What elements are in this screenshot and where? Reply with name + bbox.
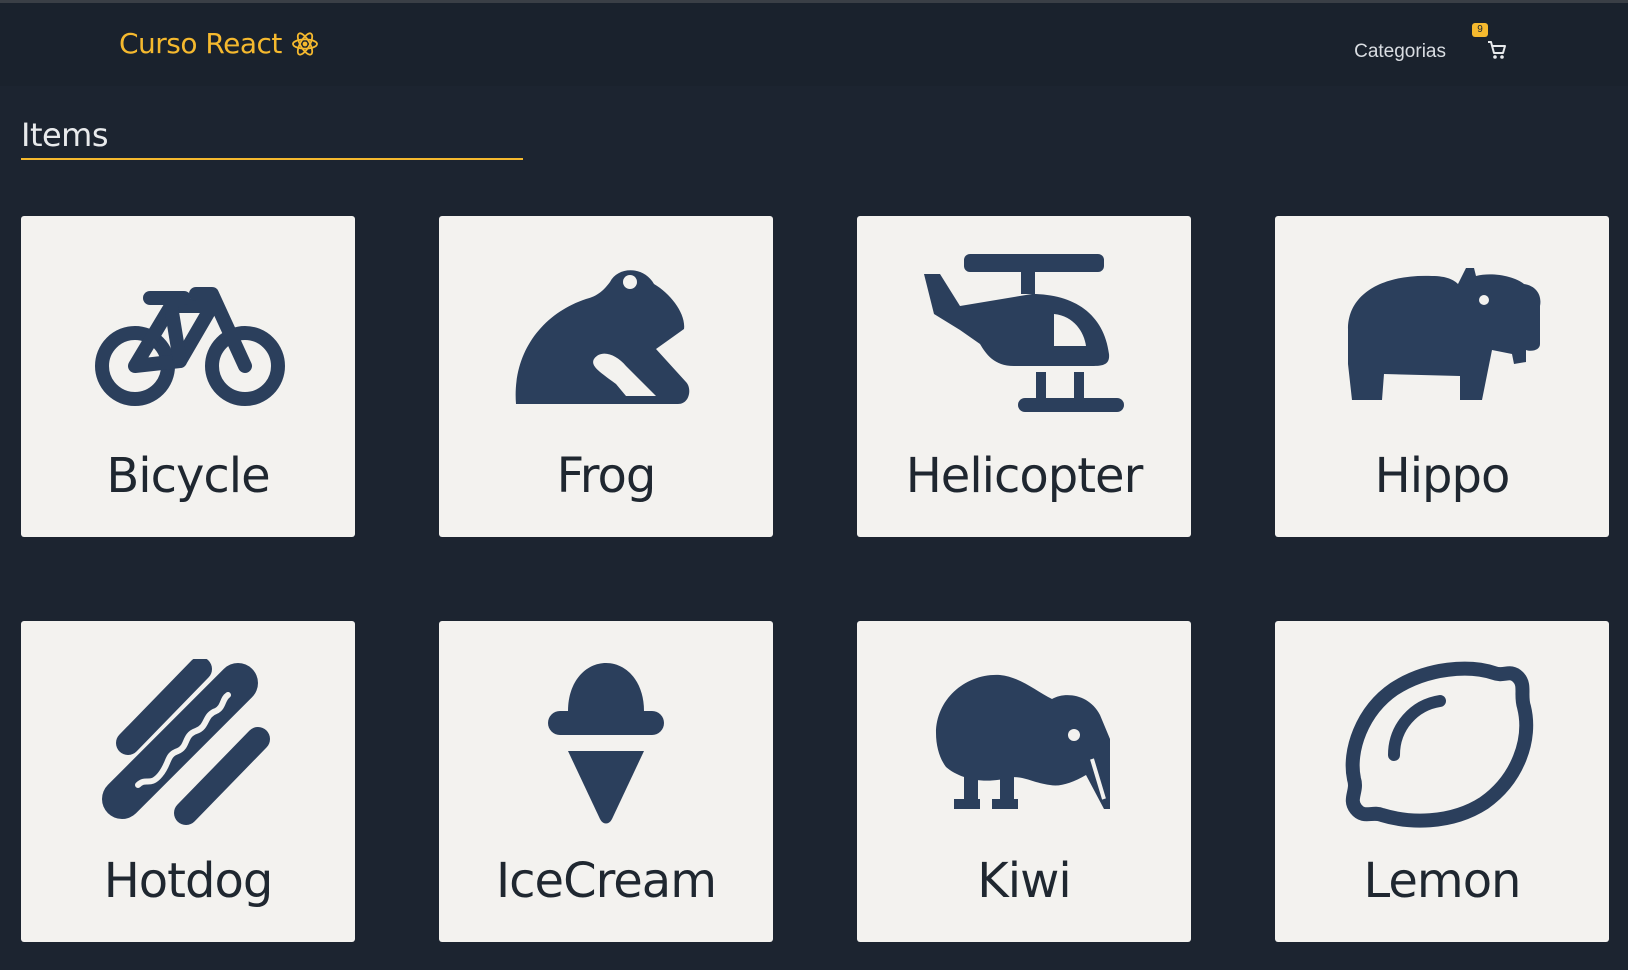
item-label: IceCream — [496, 853, 717, 909]
item-label: Helicopter — [905, 448, 1144, 504]
brand-title: Curso React — [119, 27, 282, 60]
nav-right: Categorias 9 — [1354, 23, 1510, 67]
item-label: Hotdog — [103, 853, 274, 909]
item-card-bicycle[interactable]: Bicycle — [21, 216, 355, 537]
items-grid: Bicycle Frog Helicopter Hippo Hotdog Ice… — [21, 216, 1609, 942]
item-card-hippo[interactable]: Hippo — [1275, 216, 1609, 537]
item-card-icecream[interactable]: IceCream — [439, 621, 773, 942]
kiwi-bird-icon — [936, 674, 1110, 809]
item-card-helicopter[interactable]: Helicopter — [857, 216, 1191, 537]
lemon-icon — [1345, 661, 1534, 828]
ice-cream-icon — [548, 663, 664, 824]
cart-count-badge: 9 — [1472, 23, 1488, 37]
item-card-frog[interactable]: Frog — [439, 216, 773, 537]
react-atom-icon — [291, 31, 318, 56]
page-title: Items — [21, 116, 523, 160]
navbar: Curso React Categorias 9 — [0, 0, 1628, 86]
item-label: Bicycle — [106, 448, 270, 504]
item-label: Frog — [556, 448, 657, 504]
frog-icon — [515, 270, 690, 404]
hippo-icon — [1348, 268, 1541, 400]
bicycle-icon — [95, 287, 285, 406]
item-card-kiwi[interactable]: Kiwi — [857, 621, 1191, 942]
item-card-lemon[interactable]: Lemon — [1275, 621, 1609, 942]
item-card-hotdog[interactable]: Hotdog — [21, 621, 355, 942]
cart-button[interactable]: 9 — [1472, 23, 1510, 67]
shopping-cart-icon — [1488, 41, 1506, 59]
categories-link[interactable]: Categorias — [1354, 41, 1446, 63]
hotdog-icon — [102, 659, 270, 825]
helicopter-icon — [924, 254, 1124, 412]
item-label: Kiwi — [977, 853, 1071, 909]
item-label: Lemon — [1363, 853, 1522, 909]
brand-link[interactable]: Curso React — [119, 27, 320, 60]
item-label: Hippo — [1374, 448, 1511, 504]
